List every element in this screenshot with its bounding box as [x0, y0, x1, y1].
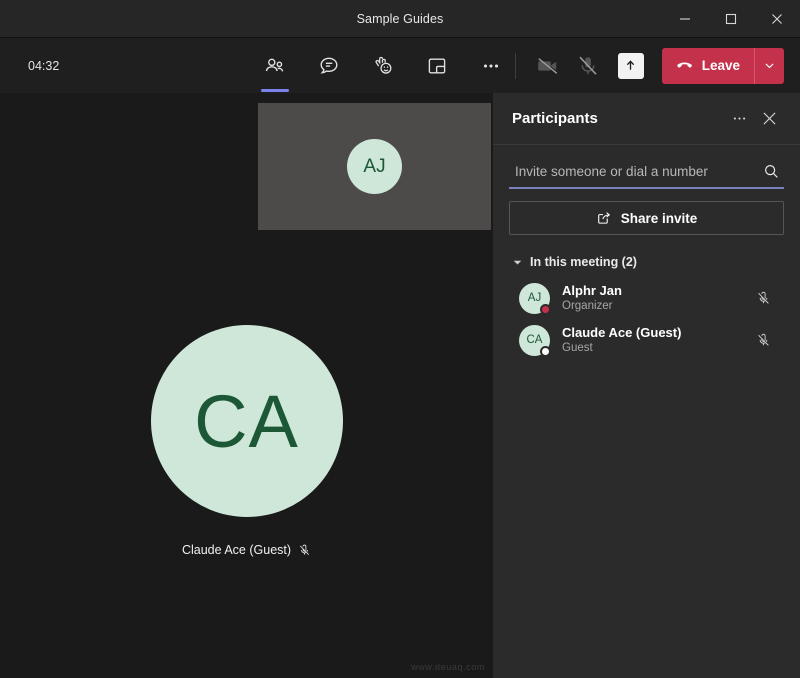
meeting-timer: 04:32 [28, 59, 59, 73]
window-controls [662, 0, 800, 38]
leave-button[interactable]: Leave [662, 48, 754, 84]
close-icon[interactable] [754, 0, 800, 38]
video-stage: AJ CA Claude Ace (Guest) [0, 93, 493, 678]
participant-name: Claude Ace (Guest) [562, 325, 752, 341]
search-icon[interactable] [757, 163, 780, 180]
share-content-button[interactable] [618, 53, 644, 79]
in-this-meeting-section-header[interactable]: In this meeting (2) [509, 255, 784, 269]
share-invite-button[interactable]: Share invite [509, 201, 784, 235]
title-bar: Sample Guides [0, 0, 800, 38]
participant-info: Alphr Jan Organizer [562, 283, 752, 314]
mic-off-icon[interactable] [568, 48, 608, 84]
share-invite-label: Share invite [621, 211, 698, 226]
avatar: CA [151, 325, 343, 517]
toolbar-divider [515, 53, 516, 79]
panel-header: Participants [493, 93, 800, 145]
participant-info: Claude Ace (Guest) Guest [562, 325, 752, 356]
list-item[interactable]: CA Claude Ace (Guest) Guest [509, 319, 784, 361]
maximize-icon[interactable] [708, 0, 754, 38]
minimize-icon[interactable] [662, 0, 708, 38]
section-label: In this meeting (2) [530, 255, 637, 269]
status-badge [540, 304, 551, 315]
toolbar-center-group [258, 38, 508, 93]
mic-muted-icon [298, 544, 311, 557]
chevron-down-icon[interactable] [754, 48, 784, 84]
panel-more-options-icon[interactable] [724, 104, 754, 134]
leave-button-group: Leave [662, 48, 784, 84]
status-badge [540, 346, 551, 357]
toolbar-right-group: Leave [515, 38, 784, 93]
active-speaker-label: Claude Ace (Guest) [182, 543, 311, 557]
participant-name: Alphr Jan [562, 283, 752, 299]
leave-label: Leave [702, 58, 740, 73]
chat-button[interactable] [312, 48, 346, 84]
avatar: CA [519, 325, 550, 356]
participants-list: AJ Alphr Jan Organizer [509, 277, 784, 361]
more-actions-button[interactable] [474, 48, 508, 84]
list-item[interactable]: AJ Alphr Jan Organizer [509, 277, 784, 319]
avatar: AJ [519, 283, 550, 314]
participants-panel: Participants [493, 93, 800, 678]
breakout-rooms-button[interactable] [420, 48, 454, 84]
panel-title: Participants [512, 110, 724, 127]
chevron-down-icon [513, 258, 522, 267]
invite-search-field[interactable] [509, 163, 784, 189]
meeting-toolbar: 04:32 [0, 38, 800, 93]
avatar: AJ [347, 139, 402, 194]
people-button[interactable] [258, 48, 292, 84]
reactions-button[interactable] [366, 48, 400, 84]
search-input[interactable] [515, 164, 757, 179]
hangup-icon [675, 56, 694, 75]
participant-video-tile-aj[interactable]: AJ [258, 103, 491, 230]
share-icon [596, 210, 612, 226]
panel-close-icon[interactable] [754, 104, 784, 134]
panel-body: Share invite In this meeting (2) AJ [493, 145, 800, 361]
participant-role: Guest [562, 341, 752, 355]
active-speaker: CA Claude Ace (Guest) [0, 325, 493, 557]
mic-muted-icon[interactable] [752, 333, 774, 348]
teams-meeting-window: Sample Guides 04:32 [0, 0, 800, 678]
active-speaker-name: Claude Ace (Guest) [182, 543, 291, 557]
meeting-body: AJ CA Claude Ace (Guest) [0, 93, 800, 678]
participant-role: Organizer [562, 299, 752, 313]
camera-off-icon[interactable] [528, 48, 568, 84]
mic-muted-icon[interactable] [752, 291, 774, 306]
watermark: www.deuaq.com [411, 662, 485, 672]
